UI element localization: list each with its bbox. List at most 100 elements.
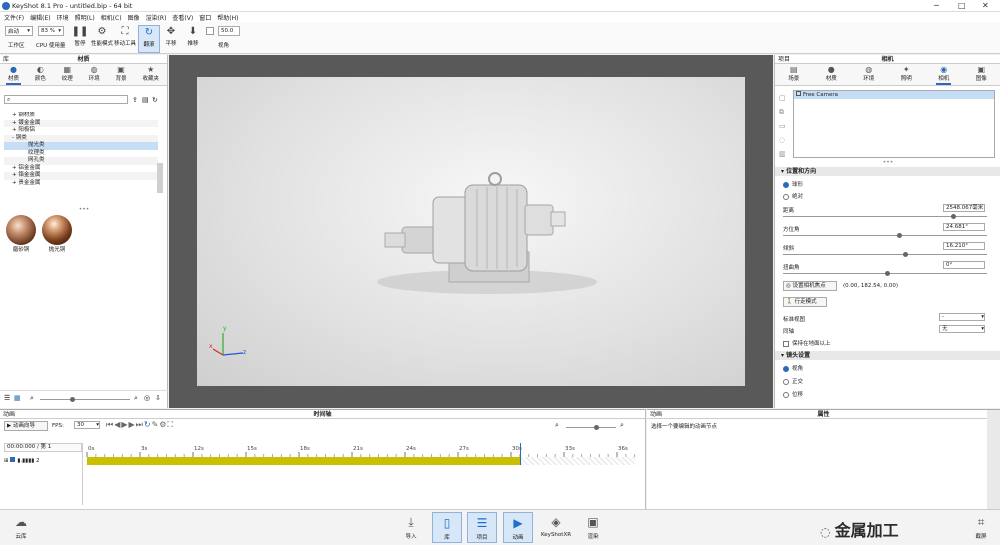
- animation-button[interactable]: ▶ 动画: [503, 512, 533, 543]
- tab-favorites[interactable]: ★ 收藏夹: [140, 64, 161, 85]
- library-button[interactable]: ▯ 库: [432, 512, 462, 543]
- download-icon[interactable]: ⇩: [155, 394, 161, 402]
- skip-end-icon[interactable]: ⏭: [136, 420, 144, 429]
- track-row[interactable]: ⊞ ▮.▮▮▮▮ 2: [4, 456, 82, 466]
- thumbnail-size-slider[interactable]: [40, 397, 130, 402]
- keep-above-ground-checkbox[interactable]: 保持在地面以上: [783, 339, 831, 347]
- menu-edit[interactable]: 编辑(E): [30, 13, 50, 22]
- tab-environment[interactable]: ◍ 环境: [861, 64, 876, 85]
- cloud-library-button[interactable]: ☁ 云库: [6, 512, 36, 543]
- tumble-button[interactable]: ↻ 翻滚: [138, 25, 160, 53]
- grid-view-icon[interactable]: ▦: [14, 394, 21, 402]
- splitter-handle[interactable]: •••: [0, 207, 168, 213]
- playhead[interactable]: [520, 443, 521, 465]
- tree-scrollbar[interactable]: [157, 163, 163, 193]
- material-thumb-polished-copper[interactable]: 抛光铜: [42, 215, 72, 253]
- zoom-in-icon[interactable]: ⌕: [620, 421, 624, 430]
- azimuth-slider[interactable]: [783, 233, 987, 238]
- menu-render[interactable]: 渲染(R): [146, 13, 167, 22]
- maximize-button[interactable]: □: [958, 1, 966, 10]
- timeline-zoom-slider[interactable]: [566, 425, 616, 430]
- list-view-icon[interactable]: ☰: [4, 394, 10, 402]
- tab-materials[interactable]: ● 材质: [5, 64, 21, 85]
- inclination-input[interactable]: 16.210°: [943, 242, 985, 250]
- workspace-select[interactable]: 启动 ▾: [5, 26, 33, 36]
- radio-orthographic[interactable]: 正交: [783, 377, 803, 385]
- radio-shift[interactable]: 位移: [783, 390, 803, 398]
- library-search-input[interactable]: ⌕: [4, 95, 128, 104]
- radio-spherical[interactable]: 球形: [783, 180, 803, 188]
- expand-icon[interactable]: ⛶: [167, 420, 174, 429]
- list-item[interactable]: Free Camera: [794, 91, 994, 99]
- move-tool-button[interactable]: ⛶ 移动工具: [114, 25, 136, 53]
- globe-icon[interactable]: ◎: [144, 394, 150, 402]
- inclination-slider[interactable]: [783, 252, 987, 257]
- save-camera-icon[interactable]: ▥: [779, 147, 789, 161]
- tree-item[interactable]: + 贵金金属: [4, 180, 158, 188]
- tree-item[interactable]: 网孔类: [4, 157, 158, 165]
- material-thumb-matte-copper[interactable]: 磨砂铜: [6, 215, 36, 253]
- tab-colors[interactable]: ◐ 颜色: [33, 64, 48, 85]
- menu-view[interactable]: 查看(V): [172, 13, 193, 22]
- step-forward-icon[interactable]: ▶: [129, 420, 136, 429]
- fps-select[interactable]: 30 ▾: [74, 421, 100, 429]
- tree-item[interactable]: + 铬金金属: [4, 172, 158, 180]
- menu-image[interactable]: 图像: [128, 13, 140, 22]
- folder-icon[interactable]: ▤: [142, 96, 149, 104]
- menu-environment[interactable]: 环境: [57, 13, 69, 22]
- render-canvas[interactable]: y z x: [197, 77, 745, 386]
- walk-mode-button[interactable]: 🚶 行走模式: [783, 297, 827, 307]
- upload-icon[interactable]: ⇪: [132, 96, 138, 104]
- azimuth-input[interactable]: 24.681°: [943, 223, 985, 231]
- skip-start-icon[interactable]: ⏮: [106, 420, 114, 429]
- track-checkbox[interactable]: [10, 457, 16, 462]
- play-icon[interactable]: ▶: [121, 420, 128, 429]
- twist-input[interactable]: 0°: [943, 261, 985, 269]
- std-view-select[interactable]: - ▾: [939, 313, 985, 321]
- lock-camera-icon[interactable]: ◌: [779, 133, 789, 147]
- fov-input[interactable]: 50.0: [218, 26, 240, 36]
- add-camera-icon[interactable]: ▢: [779, 91, 789, 105]
- tab-textures[interactable]: ▦ 纹理: [60, 64, 75, 85]
- project-button[interactable]: ☰ 项目: [467, 512, 497, 543]
- keyshotxr-button[interactable]: ◈ KeyShotXR: [538, 512, 574, 543]
- tree-item[interactable]: + 铝金金属: [4, 165, 158, 173]
- timeline-bar[interactable]: [87, 457, 521, 465]
- delete-camera-icon[interactable]: ▭: [779, 119, 789, 133]
- tab-scene[interactable]: ▤ 场景: [786, 64, 801, 85]
- tree-item[interactable]: 纹理类: [4, 150, 158, 158]
- timeline-area[interactable]: 0s 3s 12s 15s 18s 21s 24s 27s 30s 33s 36s: [82, 443, 640, 505]
- menu-camera[interactable]: 相机(C): [101, 13, 122, 22]
- zoom-out-icon[interactable]: ⌕: [555, 421, 559, 430]
- set-focus-button[interactable]: ◎ 设置相机焦点: [783, 281, 837, 291]
- pan-button[interactable]: ✥ 平移: [160, 25, 182, 53]
- loop-icon[interactable]: ↻: [144, 420, 152, 429]
- splitter-handle[interactable]: •••: [775, 160, 1000, 166]
- twist-slider[interactable]: [783, 271, 987, 276]
- tree-item[interactable]: 抛光类: [4, 142, 158, 150]
- zoom-out-icon[interactable]: ⌕: [30, 394, 34, 403]
- tab-environments[interactable]: ◍ 环境: [87, 64, 102, 85]
- render-viewport[interactable]: y z x: [169, 55, 773, 408]
- distance-input[interactable]: 2548.067毫米: [943, 204, 985, 212]
- import-button[interactable]: ⤓ 导入: [396, 512, 426, 543]
- dolly-button[interactable]: ⬇ 推移: [182, 25, 204, 53]
- tree-item[interactable]: - 铜类: [4, 134, 158, 142]
- position-section-header[interactable]: ▾ 位置和方向: [775, 167, 1000, 176]
- menu-lighting[interactable]: 照明(L): [75, 13, 95, 22]
- radio-absolute[interactable]: 绝对: [783, 192, 803, 200]
- tab-image[interactable]: ▣ 图像: [974, 64, 989, 85]
- menu-help[interactable]: 帮助(H): [217, 13, 238, 22]
- close-button[interactable]: ✕: [982, 1, 989, 10]
- radio-perspective[interactable]: 视角: [783, 364, 803, 372]
- screenshot-button[interactable]: ⌗ 截屏: [966, 512, 996, 543]
- sync-select[interactable]: 无 ▾: [939, 325, 985, 333]
- menu-file[interactable]: 文件(F): [4, 13, 24, 22]
- distance-slider[interactable]: [783, 214, 987, 219]
- tab-lighting[interactable]: ✦ 照明: [899, 64, 914, 85]
- cpu-usage-select[interactable]: 83 % ▾: [38, 26, 64, 36]
- lens-section-header[interactable]: ▾ 镜头设置: [775, 351, 1000, 360]
- duplicate-camera-icon[interactable]: ⧉: [779, 105, 789, 119]
- tab-camera[interactable]: ◉ 相机: [936, 64, 952, 85]
- tab-material[interactable]: ● 材质: [824, 64, 839, 85]
